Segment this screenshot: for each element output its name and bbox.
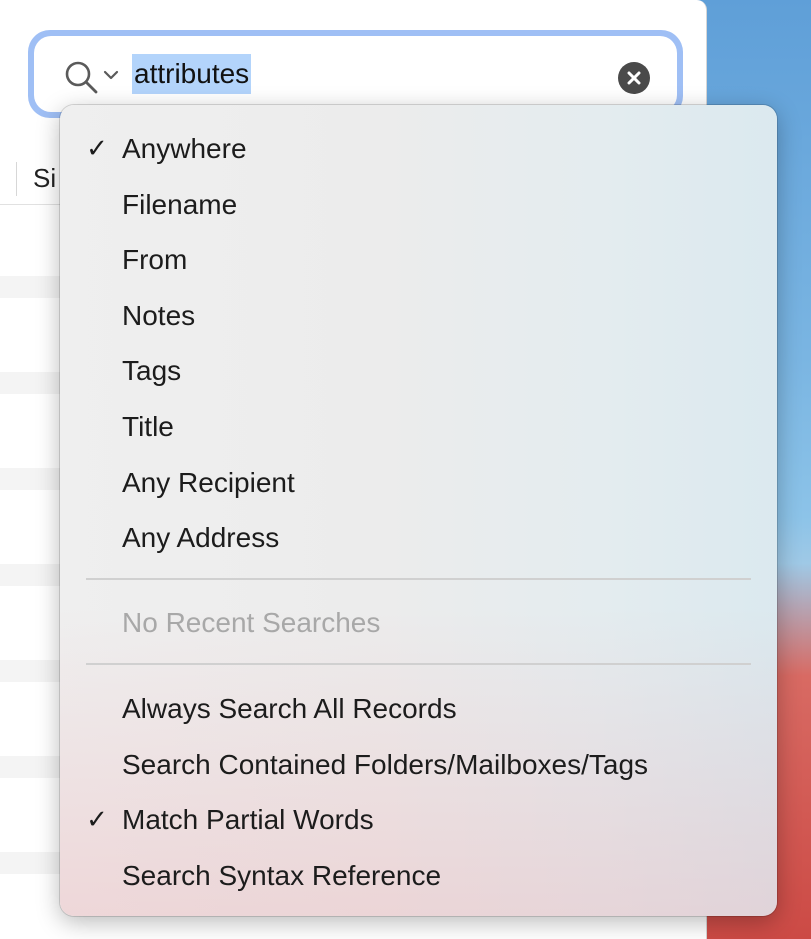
menu-item-anywhere[interactable]: ✓ Anywhere <box>60 121 777 177</box>
menu-item-label: Any Address <box>122 522 280 553</box>
menu-item-label: From <box>122 244 188 275</box>
close-icon <box>627 71 641 85</box>
menu-item-search-contained-folders[interactable]: Search Contained Folders/Mailboxes/Tags <box>60 737 777 793</box>
menu-item-label: No Recent Searches <box>122 607 381 638</box>
menu-item-label: Always Search All Records <box>122 693 457 724</box>
menu-item-any-recipient[interactable]: Any Recipient <box>60 455 777 511</box>
menu-item-search-syntax-reference[interactable]: Search Syntax Reference <box>60 848 777 904</box>
menu-item-tags[interactable]: Tags <box>60 343 777 399</box>
menu-item-label: Any Recipient <box>122 467 295 498</box>
checkmark-icon: ✓ <box>86 805 108 835</box>
menu-item-notes[interactable]: Notes <box>60 288 777 344</box>
menu-item-label: Search Contained Folders/Mailboxes/Tags <box>122 749 649 780</box>
search-icon[interactable] <box>64 60 98 94</box>
menu-separator <box>86 578 751 580</box>
menu-item-filename[interactable]: Filename <box>60 177 777 233</box>
menu-item-label: Anywhere <box>122 133 247 164</box>
checkmark-icon: ✓ <box>86 134 108 164</box>
column-divider <box>16 162 17 196</box>
search-options-menu: ✓ Anywhere Filename From Notes Tags Titl… <box>60 105 777 916</box>
menu-item-label: Search Syntax Reference <box>122 860 442 891</box>
menu-item-from[interactable]: From <box>60 232 777 288</box>
menu-item-no-recent-searches: No Recent Searches <box>60 595 777 651</box>
menu-separator <box>86 663 751 665</box>
menu-item-label: Tags <box>122 355 182 386</box>
menu-item-label: Notes <box>122 300 196 331</box>
menu-item-label: Match Partial Words <box>122 804 374 835</box>
menu-item-label: Title <box>122 411 174 442</box>
clear-search-button[interactable] <box>618 62 650 94</box>
menu-item-always-search-all-records[interactable]: Always Search All Records <box>60 681 777 737</box>
menu-item-title[interactable]: Title <box>60 399 777 455</box>
menu-item-any-address[interactable]: Any Address <box>60 510 777 566</box>
search-input[interactable]: attributes <box>132 54 252 94</box>
menu-item-match-partial-words[interactable]: ✓ Match Partial Words <box>60 792 777 848</box>
menu-item-label: Filename <box>122 189 238 220</box>
search-field[interactable]: attributes <box>34 36 677 112</box>
chevron-down-icon[interactable] <box>102 66 120 84</box>
column-header-label[interactable]: Si <box>33 160 56 196</box>
